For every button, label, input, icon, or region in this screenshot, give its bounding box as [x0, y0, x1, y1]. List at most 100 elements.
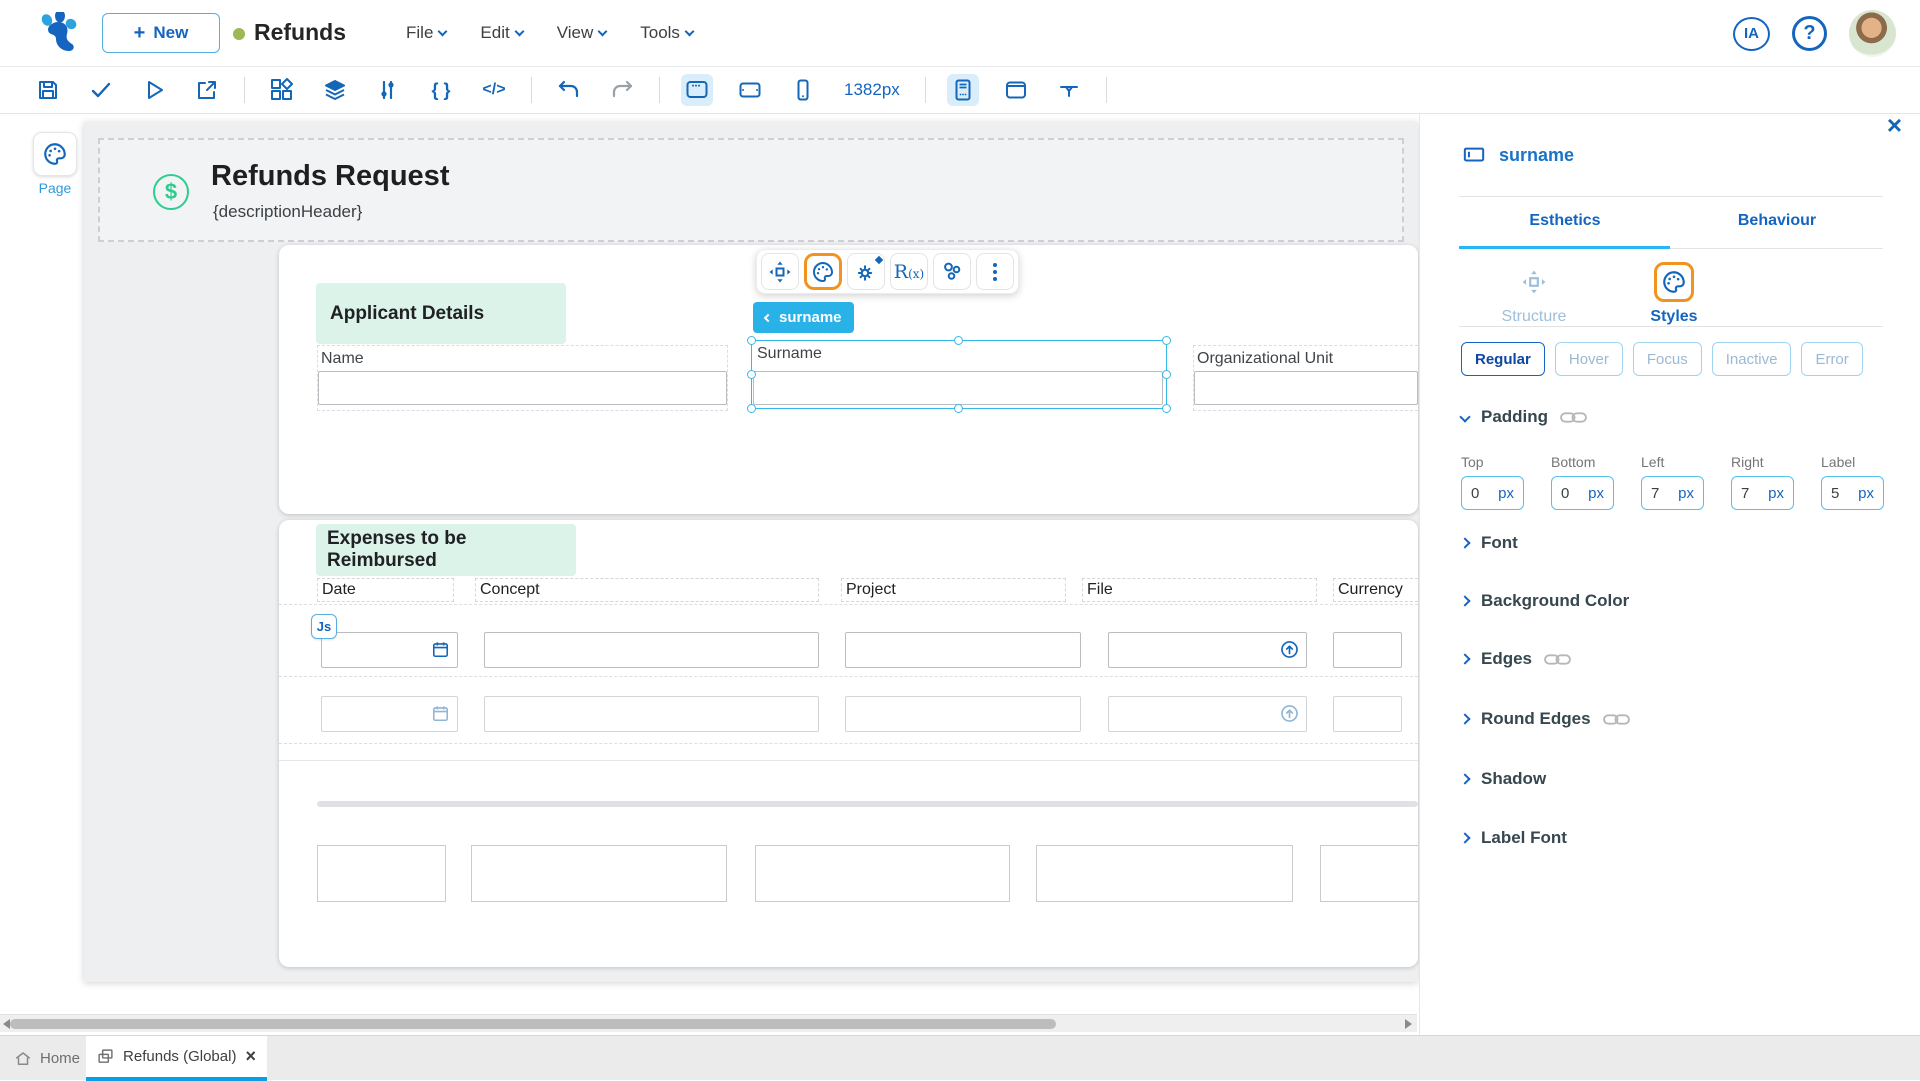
link-icon[interactable]: [1560, 411, 1587, 424]
column-header-concept[interactable]: Concept: [475, 578, 819, 602]
section-round-edges[interactable]: Round Edges: [1459, 709, 1630, 729]
styles-palette-icon[interactable]: [804, 253, 842, 290]
braces-icon[interactable]: { }: [425, 74, 457, 106]
column-header-file[interactable]: File: [1082, 578, 1317, 602]
state-hover[interactable]: Hover: [1554, 342, 1623, 376]
selection-handle[interactable]: [747, 369, 756, 379]
close-tab-icon[interactable]: ×: [245, 1046, 256, 1067]
scroll-left-arrow[interactable]: [3, 1019, 10, 1029]
view-styles[interactable]: Styles: [1619, 262, 1729, 326]
selection-handle[interactable]: [954, 404, 963, 413]
summary-box[interactable]: [755, 845, 1010, 902]
applicant-section-highlight[interactable]: Applicant Details: [316, 283, 566, 344]
menu-view[interactable]: View: [557, 23, 608, 43]
link-icon[interactable]: [1544, 653, 1571, 666]
view-structure[interactable]: Structure: [1479, 262, 1589, 326]
server-panel-icon[interactable]: [946, 74, 979, 106]
page-header-zone[interactable]: $ Refunds Request {descriptionHeader}: [98, 138, 1404, 242]
close-panel-icon[interactable]: ×: [1887, 110, 1902, 141]
desktop-view-icon[interactable]: [681, 74, 713, 106]
currency-input-row1[interactable]: [1333, 632, 1402, 668]
summary-box[interactable]: [1036, 845, 1293, 902]
user-avatar[interactable]: [1849, 10, 1896, 57]
section-padding[interactable]: Padding: [1459, 407, 1587, 427]
expenses-section-highlight[interactable]: Expenses to be Reimbursed: [316, 524, 576, 576]
section-label-font[interactable]: Label Font: [1459, 828, 1567, 848]
section-edges[interactable]: Edges: [1459, 649, 1571, 669]
bindings-nodes-icon[interactable]: [933, 253, 971, 290]
upload-icon[interactable]: [1279, 703, 1300, 724]
column-header-date[interactable]: Date: [317, 578, 454, 602]
menu-file[interactable]: File: [406, 23, 448, 43]
export-icon[interactable]: [191, 74, 223, 106]
concept-input-row1[interactable]: [484, 632, 819, 668]
surname-selection-box[interactable]: Surname: [747, 336, 1171, 413]
section-shadow[interactable]: Shadow: [1459, 769, 1546, 789]
scrollbar-thumb[interactable]: [10, 1019, 1056, 1029]
calendar-icon[interactable]: [431, 704, 450, 723]
selection-handle[interactable]: [1162, 404, 1171, 413]
grid-scrollbar[interactable]: [317, 801, 1418, 807]
selection-handle[interactable]: [747, 404, 756, 413]
name-input[interactable]: [318, 371, 727, 405]
calendar-icon[interactable]: [431, 640, 450, 659]
undo-icon[interactable]: [553, 74, 585, 106]
summary-box[interactable]: [317, 845, 446, 902]
file-input-row1[interactable]: [1108, 632, 1307, 668]
move-element-icon[interactable]: [761, 253, 799, 290]
concept-input-row2[interactable]: [484, 696, 819, 732]
redo-icon[interactable]: [606, 74, 638, 106]
column-header-currency[interactable]: Currency: [1333, 578, 1418, 602]
help-icon[interactable]: ?: [1792, 16, 1827, 51]
padding-left-input[interactable]: 7 px: [1641, 476, 1704, 510]
phone-view-icon[interactable]: [787, 74, 819, 106]
state-error[interactable]: Error: [1801, 342, 1863, 376]
browser-window-icon[interactable]: [1000, 74, 1032, 106]
menu-edit[interactable]: Edit: [480, 23, 525, 43]
new-button[interactable]: + New: [102, 13, 220, 53]
rules-rx-icon[interactable]: R(x): [890, 253, 928, 290]
file-input-row2[interactable]: [1108, 696, 1307, 732]
selection-handle[interactable]: [954, 336, 963, 345]
column-header-project[interactable]: Project: [841, 578, 1066, 602]
summary-box[interactable]: [471, 845, 727, 902]
page-styles-button[interactable]: [33, 132, 77, 176]
padding-top-input[interactable]: 0 px: [1461, 476, 1524, 510]
menu-tools[interactable]: Tools: [640, 23, 695, 43]
link-icon[interactable]: [1602, 713, 1630, 726]
org-unit-input[interactable]: [1194, 371, 1418, 405]
js-badge[interactable]: Js: [311, 614, 337, 639]
filter-merge-icon[interactable]: [1053, 74, 1085, 106]
section-font[interactable]: Font: [1459, 533, 1518, 553]
tab-home[interactable]: Home: [14, 1036, 80, 1081]
tablet-view-icon[interactable]: [734, 74, 766, 106]
state-focus[interactable]: Focus: [1632, 342, 1702, 376]
selection-handle[interactable]: [1162, 336, 1171, 345]
padding-label-input[interactable]: 5 px: [1821, 476, 1884, 510]
state-regular[interactable]: Regular: [1461, 342, 1545, 376]
ai-assistant-icon[interactable]: IA: [1733, 16, 1770, 51]
code-icon[interactable]: </>: [478, 74, 510, 106]
padding-bottom-input[interactable]: 0 px: [1551, 476, 1614, 510]
canvas-horizontal-scrollbar[interactable]: [0, 1014, 1417, 1032]
tab-refunds-global[interactable]: Refunds (Global) ×: [86, 1036, 267, 1081]
project-input-row1[interactable]: [845, 632, 1081, 668]
upload-icon[interactable]: [1279, 639, 1300, 660]
scroll-right-arrow[interactable]: [1405, 1019, 1412, 1029]
run-play-icon[interactable]: [138, 74, 170, 106]
settings-gear-icon[interactable]: [847, 253, 885, 290]
selection-handle[interactable]: [747, 336, 756, 345]
state-inactive[interactable]: Inactive: [1711, 342, 1792, 376]
more-options-icon[interactable]: [976, 253, 1014, 290]
components-grid-icon[interactable]: [266, 74, 298, 106]
app-logo-icon[interactable]: [38, 12, 78, 54]
selection-handle[interactable]: [1162, 369, 1171, 379]
project-input-row2[interactable]: [845, 696, 1081, 732]
currency-input-row2[interactable]: [1333, 696, 1402, 732]
summary-box[interactable]: [1320, 845, 1418, 902]
padding-right-input[interactable]: 7 px: [1731, 476, 1794, 510]
connectors-icon[interactable]: [372, 74, 404, 106]
save-icon[interactable]: [32, 74, 64, 106]
tab-behaviour[interactable]: Behaviour: [1671, 212, 1883, 248]
selected-element-chip[interactable]: surname: [753, 302, 854, 333]
